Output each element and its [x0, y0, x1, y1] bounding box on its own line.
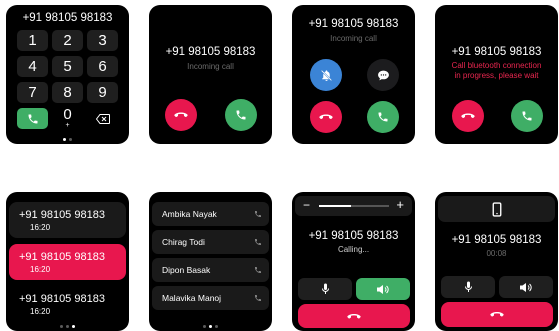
caller-number: +91 98105 98183 [308, 18, 399, 30]
volume-up-button[interactable]: + [396, 197, 404, 212]
phone-icon [255, 295, 261, 301]
microphone-icon [464, 281, 472, 292]
contacts-screen: Ambika Nayak Chirag Todi Dipon Basak Mal… [149, 192, 272, 331]
phone-icon [255, 239, 261, 245]
speaker-button[interactable] [356, 278, 410, 300]
phone-icon [28, 114, 37, 123]
key-7[interactable]: 7 [17, 82, 48, 103]
in-call-screen: +91 98105 98183 00:08 [435, 192, 558, 331]
volume-level [319, 205, 351, 207]
key-4[interactable]: 4 [17, 56, 48, 77]
accept-button[interactable] [511, 100, 543, 132]
speaker-icon [520, 282, 532, 292]
phone-icon [236, 110, 246, 120]
key-3[interactable]: 3 [87, 30, 118, 51]
incoming-label: Incoming call [330, 34, 377, 43]
mute-ringer-button[interactable] [310, 59, 342, 91]
hang-up-icon [490, 312, 504, 317]
volume-bar: − + [295, 196, 412, 216]
call-duration: 00:08 [486, 249, 507, 258]
mute-button[interactable] [298, 278, 352, 300]
microphone-icon [321, 283, 329, 294]
dialer-screen: +91 98105 98183 1 2 3 4 5 6 7 8 9 0 + [6, 5, 129, 144]
accept-button[interactable] [367, 101, 399, 133]
end-call-button[interactable] [298, 304, 410, 328]
page-indicator [6, 138, 129, 141]
speaker-icon [377, 284, 389, 294]
caller-number: +91 98105 98183 [165, 46, 256, 58]
bluetooth-status-line1: Call bluetooth connection [451, 61, 542, 70]
bluetooth-connecting-screen: +91 98105 98183 Call bluetooth connectio… [435, 5, 558, 144]
contact-item[interactable]: Dipon Basak [152, 258, 269, 282]
call-log-item-selected[interactable]: +91 98105 98183 16:20 [9, 244, 126, 280]
decline-button[interactable] [310, 101, 342, 133]
incoming-label: Incoming call [187, 62, 234, 71]
call-log-screen: +91 98105 98183 16:20 +91 98105 98183 16… [6, 192, 129, 331]
reply-message-button[interactable] [367, 59, 399, 91]
phone-icon [522, 111, 532, 121]
caller-number: +91 98105 98183 [451, 234, 542, 246]
key-6[interactable]: 6 [87, 56, 118, 77]
smartphone-icon [492, 201, 501, 217]
caller-number: +91 98105 98183 [451, 46, 542, 58]
audio-source-phone-button[interactable] [438, 196, 555, 222]
key-2[interactable]: 2 [52, 30, 83, 51]
call-log-item[interactable]: +91 98105 98183 16:20 [9, 286, 126, 322]
dial-call-button[interactable] [17, 108, 48, 129]
contact-item[interactable]: Chirag Todi [152, 230, 269, 254]
hang-up-icon [174, 112, 188, 118]
end-call-button[interactable] [441, 302, 553, 327]
volume-down-button[interactable]: − [303, 198, 310, 212]
contact-item[interactable]: Ambika Nayak [152, 202, 269, 226]
phone-icon [378, 112, 388, 122]
bell-off-icon [320, 69, 332, 81]
phone-icon [255, 267, 261, 273]
key-8[interactable]: 8 [52, 82, 83, 103]
incoming-call-options-screen: +91 98105 98183 Incoming call [292, 5, 415, 144]
bluetooth-status-line2: in progress, please wait [454, 71, 539, 80]
speaker-button[interactable] [499, 276, 553, 298]
key-1[interactable]: 1 [17, 30, 48, 51]
page-indicator [6, 325, 129, 328]
phone-icon [255, 211, 261, 217]
calling-screen: − + +91 98105 98183 Calling... [292, 192, 415, 331]
decline-button[interactable] [452, 100, 484, 132]
message-icon [377, 70, 389, 80]
call-log-item[interactable]: +91 98105 98183 16:20 [9, 202, 126, 238]
hang-up-icon [461, 113, 475, 119]
key-0[interactable]: 0 + [52, 107, 83, 129]
volume-track[interactable] [319, 205, 389, 207]
mute-button[interactable] [441, 276, 495, 298]
contact-item[interactable]: Malavika Manoj [152, 286, 269, 310]
backspace-icon [95, 113, 110, 124]
accept-button[interactable] [225, 99, 257, 131]
hang-up-icon [319, 114, 333, 120]
key-5[interactable]: 5 [52, 56, 83, 77]
decline-button[interactable] [165, 99, 197, 131]
incoming-call-screen: +91 98105 98183 Incoming call [149, 5, 272, 144]
page-indicator [149, 325, 272, 328]
backspace-button[interactable] [87, 108, 118, 129]
dialed-number: +91 98105 98183 [22, 12, 113, 24]
calling-status: Calling... [337, 245, 370, 254]
key-9[interactable]: 9 [87, 82, 118, 103]
hang-up-icon [347, 313, 361, 319]
callee-number: +91 98105 98183 [308, 230, 399, 242]
